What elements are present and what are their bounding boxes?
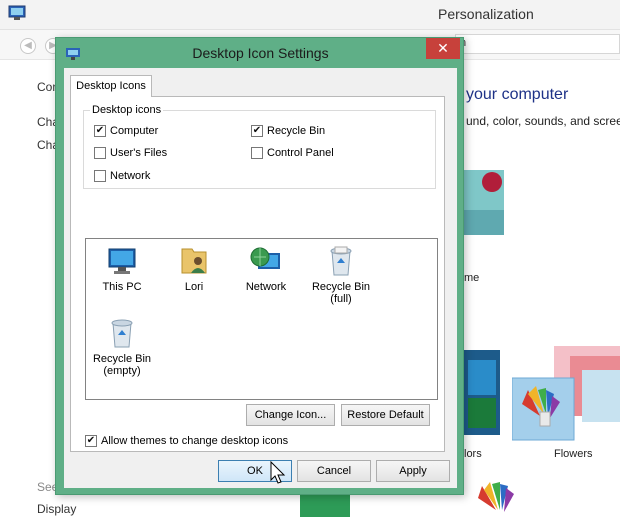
checkbox-label: Computer: [110, 125, 159, 137]
icon-item-recycle-bin-empty[interactable]: Recycle Bin (empty): [87, 317, 157, 377]
recycle-bin-empty-icon: [111, 319, 133, 348]
apply-button[interactable]: Apply: [376, 460, 450, 482]
address-bar[interactable]: n: [455, 34, 620, 54]
theme-thumbnail-1[interactable]: [464, 170, 504, 235]
icon-item-recycle-bin-full[interactable]: Recycle Bin (full): [306, 245, 376, 305]
change-icon-button[interactable]: Change Icon...: [246, 404, 335, 426]
user-folder-icon: [181, 248, 207, 274]
network-icon: [250, 247, 280, 269]
recycle-bin-full-icon: [330, 246, 352, 276]
check-icon[interactable]: ✔: [94, 125, 106, 137]
background-subheading: und, color, sounds, and screen: [466, 114, 620, 128]
theme-thumbnail-2[interactable]: [464, 350, 500, 435]
checkbox-allow-themes[interactable]: ✔ Allow themes to change desktop icons: [85, 435, 288, 447]
icon-label: This PC: [102, 281, 142, 293]
checkbox-users-files[interactable]: User's Files: [94, 147, 167, 159]
theme-thumbnail-flowers[interactable]: [512, 346, 620, 444]
checkbox-recycle-bin[interactable]: ✔ Recycle Bin: [251, 125, 325, 137]
icon-label: Network: [245, 281, 287, 293]
check-icon[interactable]: ✔: [85, 435, 97, 447]
checkbox-control-panel[interactable]: Control Panel: [251, 147, 334, 159]
icon-item-this-pc[interactable]: This PC: [87, 245, 157, 293]
checkbox-computer[interactable]: ✔ Computer: [94, 125, 158, 137]
personalization-app-icon: [8, 5, 26, 20]
cancel-button[interactable]: Cancel: [297, 460, 371, 482]
dialog-title: Desktop Icon Settings: [192, 45, 329, 61]
mouse-cursor-icon: [270, 461, 286, 484]
checkbox-label: Control Panel: [267, 147, 334, 159]
theme-label-flowers: Flowers: [554, 448, 593, 460]
tab-desktop-icons[interactable]: Desktop Icons: [70, 75, 152, 97]
checkbox-network[interactable]: Network: [94, 170, 150, 182]
theme-label-colors: lors: [464, 448, 482, 460]
color-palette-icon[interactable]: [476, 480, 516, 517]
checkbox-box[interactable]: [251, 147, 263, 159]
group-label: Desktop icons: [90, 104, 164, 116]
background-heading: your computer: [466, 86, 569, 103]
checkbox-box[interactable]: [94, 170, 106, 182]
dialog-body: Desktop Icons Desktop icons ✔ Computer ✔…: [64, 68, 457, 488]
icon-label: Recycle Bin (empty): [92, 353, 152, 377]
checkbox-label: User's Files: [110, 147, 168, 159]
background-window-title: Personalization: [438, 6, 534, 22]
checkbox-label: Allow themes to change desktop icons: [101, 435, 289, 447]
tab-panel: Desktop icons ✔ Computer ✔ Recycle Bin U…: [70, 96, 445, 452]
check-icon[interactable]: ✔: [251, 125, 263, 137]
computer-icon: [108, 248, 136, 274]
display-link[interactable]: Display: [37, 502, 76, 516]
icon-label: Recycle Bin (full): [311, 281, 371, 305]
background-tile-green: [300, 494, 350, 517]
desktop-icons-group: Desktop icons ✔ Computer ✔ Recycle Bin U…: [83, 104, 436, 189]
icon-item-user[interactable]: Lori: [159, 245, 229, 293]
close-icon[interactable]: ✕: [426, 38, 460, 59]
icon-item-network[interactable]: Network: [231, 245, 301, 293]
icon-list: This PC Lori Network Recycle Bin (full) …: [85, 238, 438, 400]
desktop-icon-settings-dialog: Desktop Icon Settings ✕ Desktop Icons De…: [55, 37, 464, 495]
checkbox-label: Recycle Bin: [267, 125, 326, 137]
checkbox-box[interactable]: [94, 147, 106, 159]
restore-default-button[interactable]: Restore Default: [341, 404, 430, 426]
checkbox-label: Network: [110, 170, 151, 182]
back-arrow-icon[interactable]: ◀: [20, 38, 36, 54]
theme-label-partial: me: [464, 272, 480, 284]
background-titlebar: Personalization: [0, 0, 620, 30]
icon-label: Lori: [184, 281, 204, 293]
